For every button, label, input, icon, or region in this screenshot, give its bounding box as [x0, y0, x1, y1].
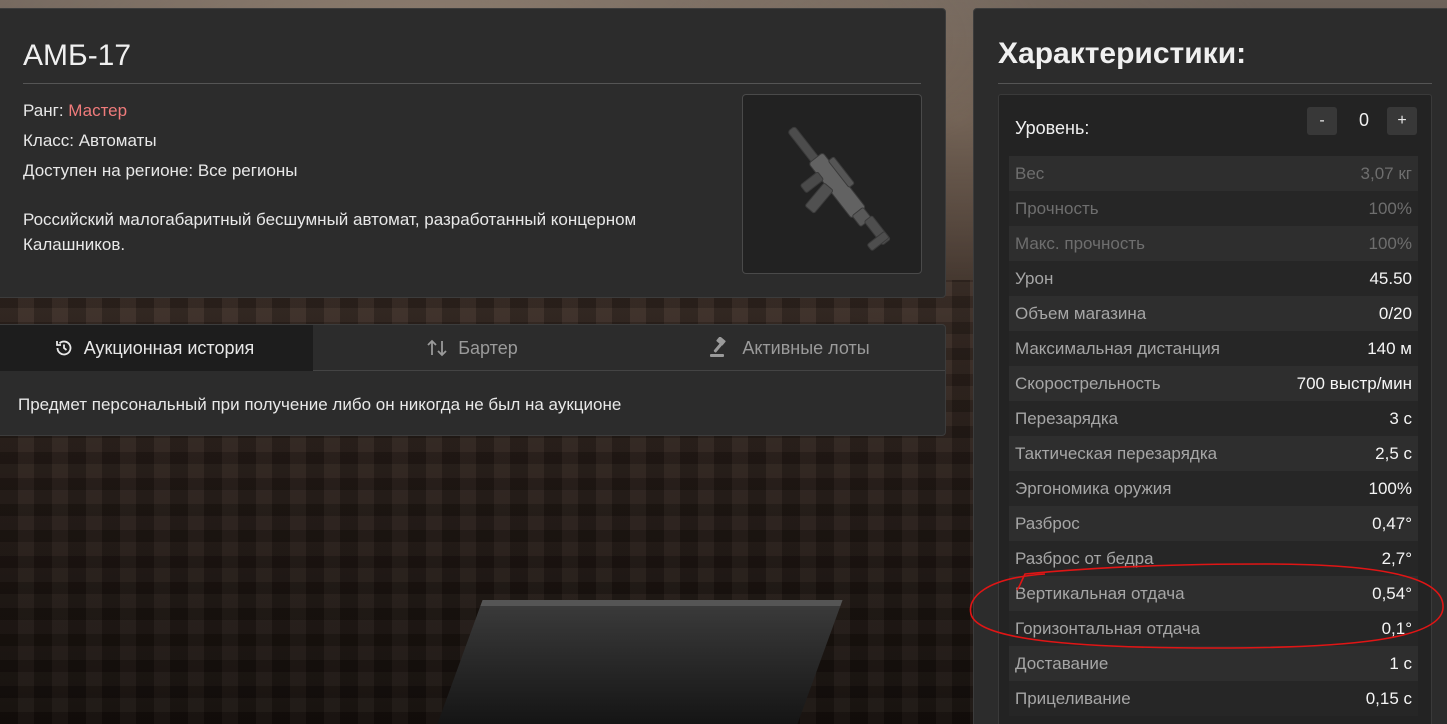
- tab-barter-label: Бартер: [458, 337, 518, 358]
- stat-row: Максимальная дистанция 140 м: [1009, 331, 1418, 366]
- stat-name: Макс. прочность: [1015, 233, 1145, 253]
- stat-value: 100%: [1368, 478, 1412, 498]
- stat-value: 45.50: [1369, 268, 1412, 288]
- stats-box: Уровень: - 0 + Вес 3,07 кг Прочность 100% Ма…: [998, 94, 1432, 724]
- stat-value: 2,5 с: [1375, 443, 1412, 463]
- stat-name: Прицеливание: [1015, 688, 1131, 708]
- stat-name: Разброс от бедра: [1015, 548, 1154, 568]
- gavel-icon: [710, 337, 726, 357]
- tab-active-lots[interactable]: Активные лоты: [631, 325, 947, 371]
- stat-row: Прицеливание 0,15 с: [1009, 681, 1418, 716]
- stat-name: Объем магазина: [1015, 303, 1147, 323]
- stat-value: 3,07 кг: [1360, 163, 1412, 183]
- stat-value: 3 с: [1389, 408, 1412, 428]
- stat-value: 1 с: [1389, 653, 1412, 673]
- stat-value: 0,1°: [1381, 618, 1412, 638]
- stat-value: 0,54°: [1372, 583, 1412, 603]
- tabs-panel: Аукционная история Бартер Активные лоты …: [0, 324, 946, 436]
- stat-value: 100%: [1368, 233, 1412, 253]
- stat-row: Скорострельность 700 выстр/мин: [1009, 366, 1418, 401]
- stat-name: Максимальная дистанция: [1015, 338, 1220, 358]
- title-divider: [23, 83, 921, 84]
- tab-auction-history[interactable]: Аукционная история: [0, 325, 313, 371]
- stat-row: Объем магазина 0/20: [1009, 296, 1418, 331]
- stat-value: 140 м: [1367, 338, 1412, 358]
- tab-bar: Аукционная история Бартер Активные лоты: [0, 325, 945, 371]
- stat-value: 2,7°: [1381, 548, 1412, 568]
- rank-line: Ранг: Мастер: [23, 101, 127, 121]
- stat-row: Эргономика оружия 100%: [1009, 471, 1418, 506]
- tab-auction-history-label: Аукционная история: [83, 337, 255, 358]
- level-value: 0: [1358, 110, 1369, 130]
- stats-panel: Характеристики: Уровень: - 0 + Вес 3,07 к…: [973, 8, 1447, 724]
- level-decrease-button[interactable]: -: [1307, 107, 1337, 135]
- stat-value: 0,15 с: [1365, 688, 1412, 708]
- stat-value: 0,47°: [1372, 513, 1412, 533]
- stat-value: 0/20: [1378, 303, 1412, 323]
- stat-row: Прочность 100%: [1009, 191, 1418, 226]
- history-icon: [55, 340, 72, 356]
- stat-row: Вес 3,07 кг: [1009, 156, 1418, 191]
- stat-name: Тактическая перезарядка: [1015, 443, 1218, 463]
- stat-row: Доставание 1 с: [1009, 646, 1418, 681]
- stat-value: 700 выстр/мин: [1296, 373, 1412, 393]
- rifle-icon: [788, 126, 891, 251]
- stat-name: Доставание: [1015, 653, 1109, 673]
- stat-name: Разброс: [1015, 513, 1080, 533]
- stat-name: Урон: [1015, 268, 1054, 288]
- level-label: Уровень:: [1015, 118, 1090, 138]
- stat-name: Перезарядка: [1015, 408, 1119, 428]
- stat-name: Вес: [1015, 163, 1045, 183]
- stat-row: Макс. прочность 100%: [1009, 226, 1418, 261]
- rank-value: Мастер: [68, 101, 128, 120]
- stat-row: Тактическая перезарядка 2,5 с: [1009, 436, 1418, 471]
- level-increase-button[interactable]: +: [1387, 107, 1417, 135]
- tab-content-text: Предмет персональный при получение либо …: [18, 395, 622, 414]
- background-building: [437, 600, 843, 724]
- stat-row: Разброс 0,47°: [1009, 506, 1418, 541]
- stat-row: Вертикальная отдача 0,54°: [1009, 576, 1418, 611]
- region-line: Доступен на регионе: Все регионы: [23, 161, 298, 180]
- stat-name: Горизонтальная отдача: [1015, 618, 1201, 638]
- item-title: АМБ-17: [23, 39, 132, 72]
- rank-label: Ранг:: [23, 101, 64, 120]
- item-description: Российский малогабаритный бесшумный авто…: [23, 210, 637, 254]
- stats-title: Характеристики:: [998, 37, 1247, 70]
- stat-row: Разброс от бедра 2,7°: [1009, 541, 1418, 576]
- item-image: [742, 94, 922, 274]
- swap-icon: [427, 339, 447, 357]
- tab-active-lots-label: Активные лоты: [742, 337, 870, 358]
- stat-row: Перезарядка 3 с: [1009, 401, 1418, 436]
- stat-list: Вес 3,07 кг Прочность 100% Макс. прочность 10…: [1009, 156, 1418, 716]
- stat-name: Скорострельность: [1015, 373, 1161, 393]
- stat-name: Прочность: [1015, 198, 1099, 218]
- stat-value: 100%: [1368, 198, 1412, 218]
- stats-divider: [998, 83, 1432, 84]
- stat-name: Эргономика оружия: [1015, 478, 1172, 498]
- class-line: Класс: Автоматы: [23, 131, 157, 150]
- tab-barter[interactable]: Бартер: [313, 325, 631, 371]
- stat-name: Вертикальная отдача: [1015, 583, 1185, 603]
- stat-row: Урон 45.50: [1009, 261, 1418, 296]
- stat-row: Горизонтальная отдача 0,1°: [1009, 611, 1418, 646]
- item-info-panel: АМБ-17 Ранг: Мастер Класс: Автоматы Дост…: [0, 8, 946, 298]
